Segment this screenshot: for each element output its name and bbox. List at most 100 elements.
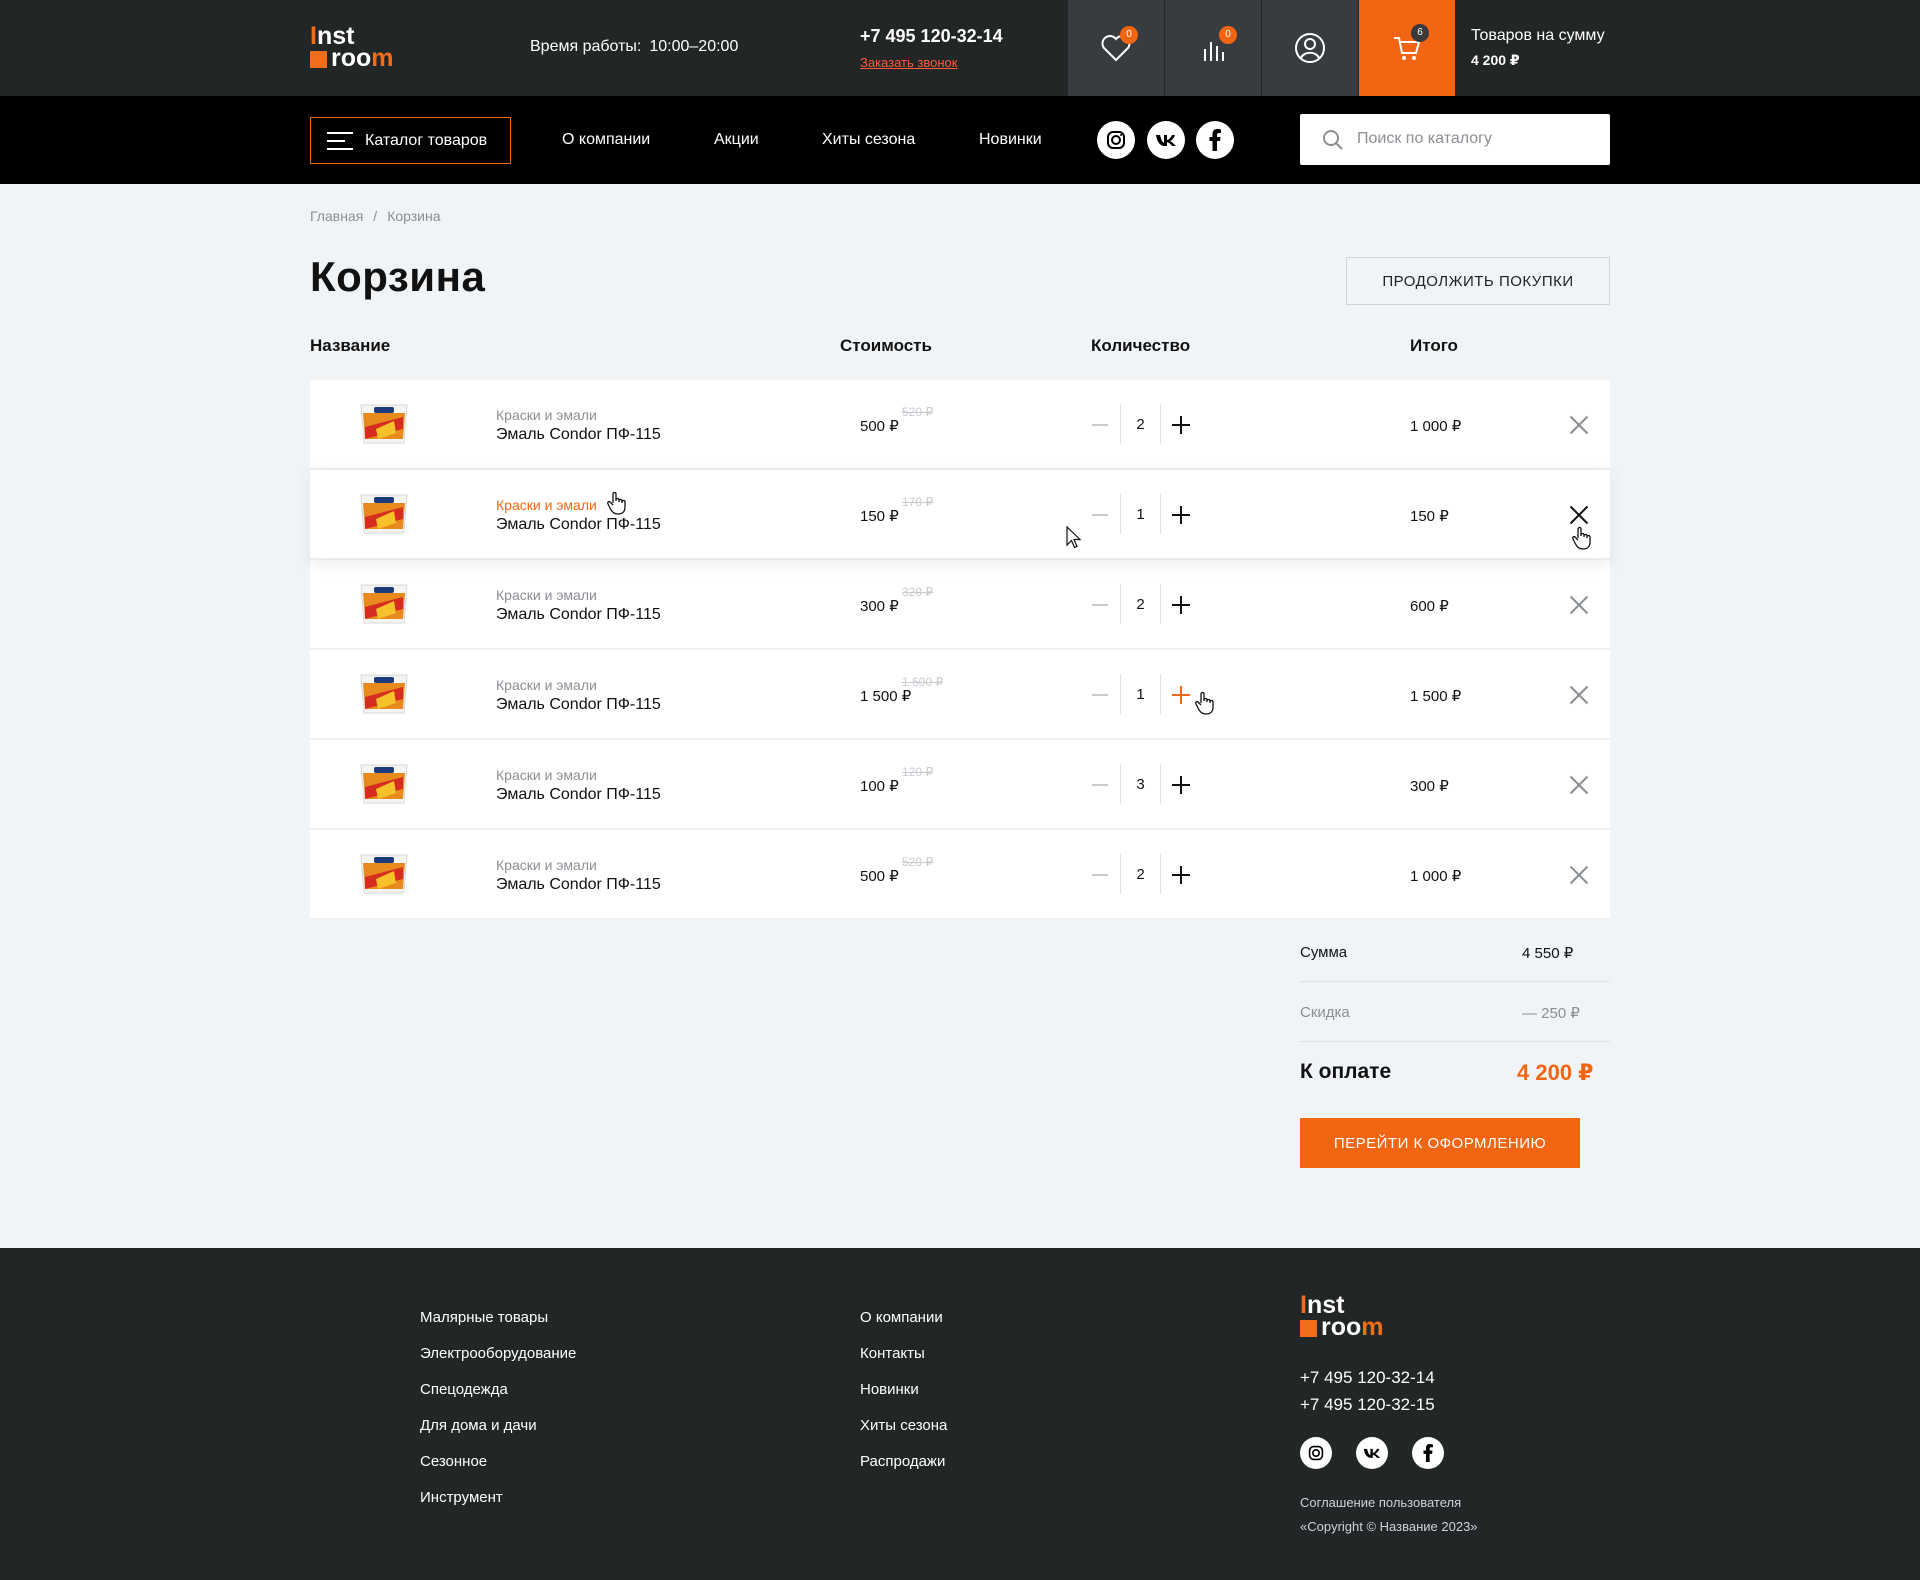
- decrease-quantity-button[interactable]: [1092, 874, 1108, 876]
- decrease-quantity-button[interactable]: [1092, 424, 1108, 426]
- increase-quantity-button[interactable]: [1172, 866, 1190, 884]
- product-name[interactable]: Эмаль Condor ПФ-115: [496, 516, 661, 534]
- cart-sum-value: 4 200 ₽: [1471, 52, 1520, 68]
- product-category[interactable]: Краски и эмали: [496, 857, 597, 873]
- callback-link[interactable]: Заказать звонок: [860, 55, 957, 70]
- cart-button[interactable]: 6: [1359, 0, 1455, 96]
- quantity-value[interactable]: 1: [1121, 506, 1160, 523]
- increase-quantity-button[interactable]: [1172, 416, 1190, 434]
- vk-icon[interactable]: [1147, 121, 1185, 159]
- product-old-price: 320 ₽: [902, 585, 933, 599]
- remove-item-button[interactable]: [1569, 505, 1589, 525]
- footer-link[interactable]: Новинки: [860, 1381, 919, 1398]
- product-category[interactable]: Краски и эмали: [496, 497, 597, 513]
- facebook-icon[interactable]: [1196, 121, 1234, 159]
- remove-item-button[interactable]: [1569, 415, 1589, 435]
- quantity-divider: [1160, 584, 1161, 624]
- quantity-value[interactable]: 2: [1121, 866, 1160, 883]
- continue-shopping-button[interactable]: ПРОДОЛЖИТЬ ПОКУПКИ: [1346, 257, 1610, 305]
- instagram-icon[interactable]: [1097, 121, 1135, 159]
- nav-link-about[interactable]: О компании: [562, 131, 650, 149]
- remove-item-button[interactable]: [1569, 685, 1589, 705]
- discount-value: — 250 ₽: [1522, 1005, 1580, 1022]
- instagram-icon[interactable]: [1300, 1437, 1332, 1469]
- facebook-icon[interactable]: [1412, 1437, 1444, 1469]
- footer-link[interactable]: О компании: [860, 1309, 943, 1326]
- product-image[interactable]: [356, 399, 412, 447]
- user-agreement-link[interactable]: Соглашение пользователя: [1300, 1495, 1461, 1510]
- logo[interactable]: Inst room: [310, 24, 410, 74]
- footer-link[interactable]: Для дома и дачи: [420, 1417, 537, 1434]
- product-price: 300 ₽: [860, 598, 899, 615]
- footer-phone-1[interactable]: +7 495 120-32-14: [1300, 1368, 1435, 1388]
- increase-quantity-button[interactable]: [1172, 506, 1190, 524]
- footer-link[interactable]: Инструмент: [420, 1489, 503, 1506]
- summary-divider: [1300, 1041, 1610, 1042]
- compare-count-badge: 0: [1219, 26, 1237, 44]
- increase-quantity-button[interactable]: [1172, 686, 1190, 704]
- table-row: Краски и эмали Эмаль Condor ПФ-115 300 ₽32…: [310, 560, 1610, 649]
- remove-item-button[interactable]: [1569, 775, 1589, 795]
- decrease-quantity-button[interactable]: [1092, 784, 1108, 786]
- nav-link-promo[interactable]: Акции: [714, 131, 759, 149]
- product-category[interactable]: Краски и эмали: [496, 677, 597, 693]
- breadcrumb-home[interactable]: Главная: [310, 208, 363, 224]
- footer-link[interactable]: Контакты: [860, 1345, 925, 1362]
- increase-quantity-button[interactable]: [1172, 776, 1190, 794]
- column-header-total: Итого: [1410, 336, 1458, 355]
- footer-link[interactable]: Электрооборудование: [420, 1345, 576, 1362]
- row-total: 600 ₽: [1410, 598, 1449, 615]
- logo-text-bottom: roo: [331, 44, 372, 72]
- product-name[interactable]: Эмаль Condor ПФ-115: [496, 876, 661, 894]
- product-name[interactable]: Эмаль Condor ПФ-115: [496, 426, 661, 444]
- product-image[interactable]: [356, 579, 412, 627]
- table-row: Краски и эмали Эмаль Condor ПФ-115 100 ₽12…: [310, 740, 1610, 829]
- product-category[interactable]: Краски и эмали: [496, 407, 597, 423]
- account-button[interactable]: [1262, 0, 1358, 96]
- product-category[interactable]: Краски и эмали: [496, 767, 597, 783]
- remove-item-button[interactable]: [1569, 595, 1589, 615]
- footer-link[interactable]: Спецодежда: [420, 1381, 508, 1398]
- quantity-value[interactable]: 3: [1121, 776, 1160, 793]
- favorites-button[interactable]: 0: [1068, 0, 1164, 96]
- summary-divider: [1300, 981, 1610, 982]
- catalog-button[interactable]: Каталог товаров: [310, 117, 511, 164]
- product-category[interactable]: Краски и эмали: [496, 587, 597, 603]
- quantity-value[interactable]: 2: [1121, 596, 1160, 613]
- column-header-price: Стоимость: [840, 336, 932, 355]
- footer-logo[interactable]: Inst room: [1300, 1293, 1400, 1343]
- table-row: Краски и эмали Эмаль Condor ПФ-115 150 ₽17…: [310, 470, 1610, 559]
- quantity-value[interactable]: 1: [1121, 686, 1160, 703]
- quantity-value[interactable]: 2: [1121, 416, 1160, 433]
- decrease-quantity-button[interactable]: [1092, 514, 1108, 516]
- logo-accent-letter: I: [1300, 1291, 1307, 1319]
- breadcrumb-current: Корзина: [387, 208, 441, 224]
- footer-phone-2[interactable]: +7 495 120-32-15: [1300, 1395, 1435, 1415]
- product-image[interactable]: [356, 759, 412, 807]
- header-phone[interactable]: +7 495 120-32-14: [860, 26, 1003, 47]
- product-image[interactable]: [356, 489, 412, 537]
- product-old-price: 520 ₽: [902, 855, 933, 869]
- decrease-quantity-button[interactable]: [1092, 604, 1108, 606]
- remove-item-button[interactable]: [1569, 865, 1589, 885]
- footer-link[interactable]: Распродажи: [860, 1453, 945, 1470]
- product-name[interactable]: Эмаль Condor ПФ-115: [496, 696, 661, 714]
- footer-link[interactable]: Малярные товары: [420, 1309, 548, 1326]
- footer-link[interactable]: Хиты сезона: [860, 1417, 947, 1434]
- footer-link[interactable]: Сезонное: [420, 1453, 487, 1470]
- product-name[interactable]: Эмаль Condor ПФ-115: [496, 606, 661, 624]
- increase-quantity-button[interactable]: [1172, 596, 1190, 614]
- product-image[interactable]: [356, 849, 412, 897]
- decrease-quantity-button[interactable]: [1092, 694, 1108, 696]
- quantity-divider: [1160, 674, 1161, 714]
- product-image[interactable]: [356, 669, 412, 717]
- nav-link-new[interactable]: Новинки: [979, 131, 1042, 149]
- search-field[interactable]: Поиск по каталогу: [1300, 114, 1610, 165]
- favorites-count-badge: 0: [1120, 26, 1138, 44]
- product-name[interactable]: Эмаль Condor ПФ-115: [496, 786, 661, 804]
- row-total: 1 000 ₽: [1410, 868, 1462, 885]
- checkout-button[interactable]: ПЕРЕЙТИ К ОФОРМЛЕНИЮ: [1300, 1118, 1580, 1168]
- nav-link-hits[interactable]: Хиты сезона: [822, 131, 915, 149]
- compare-button[interactable]: 0: [1165, 0, 1261, 96]
- vk-icon[interactable]: [1356, 1437, 1388, 1469]
